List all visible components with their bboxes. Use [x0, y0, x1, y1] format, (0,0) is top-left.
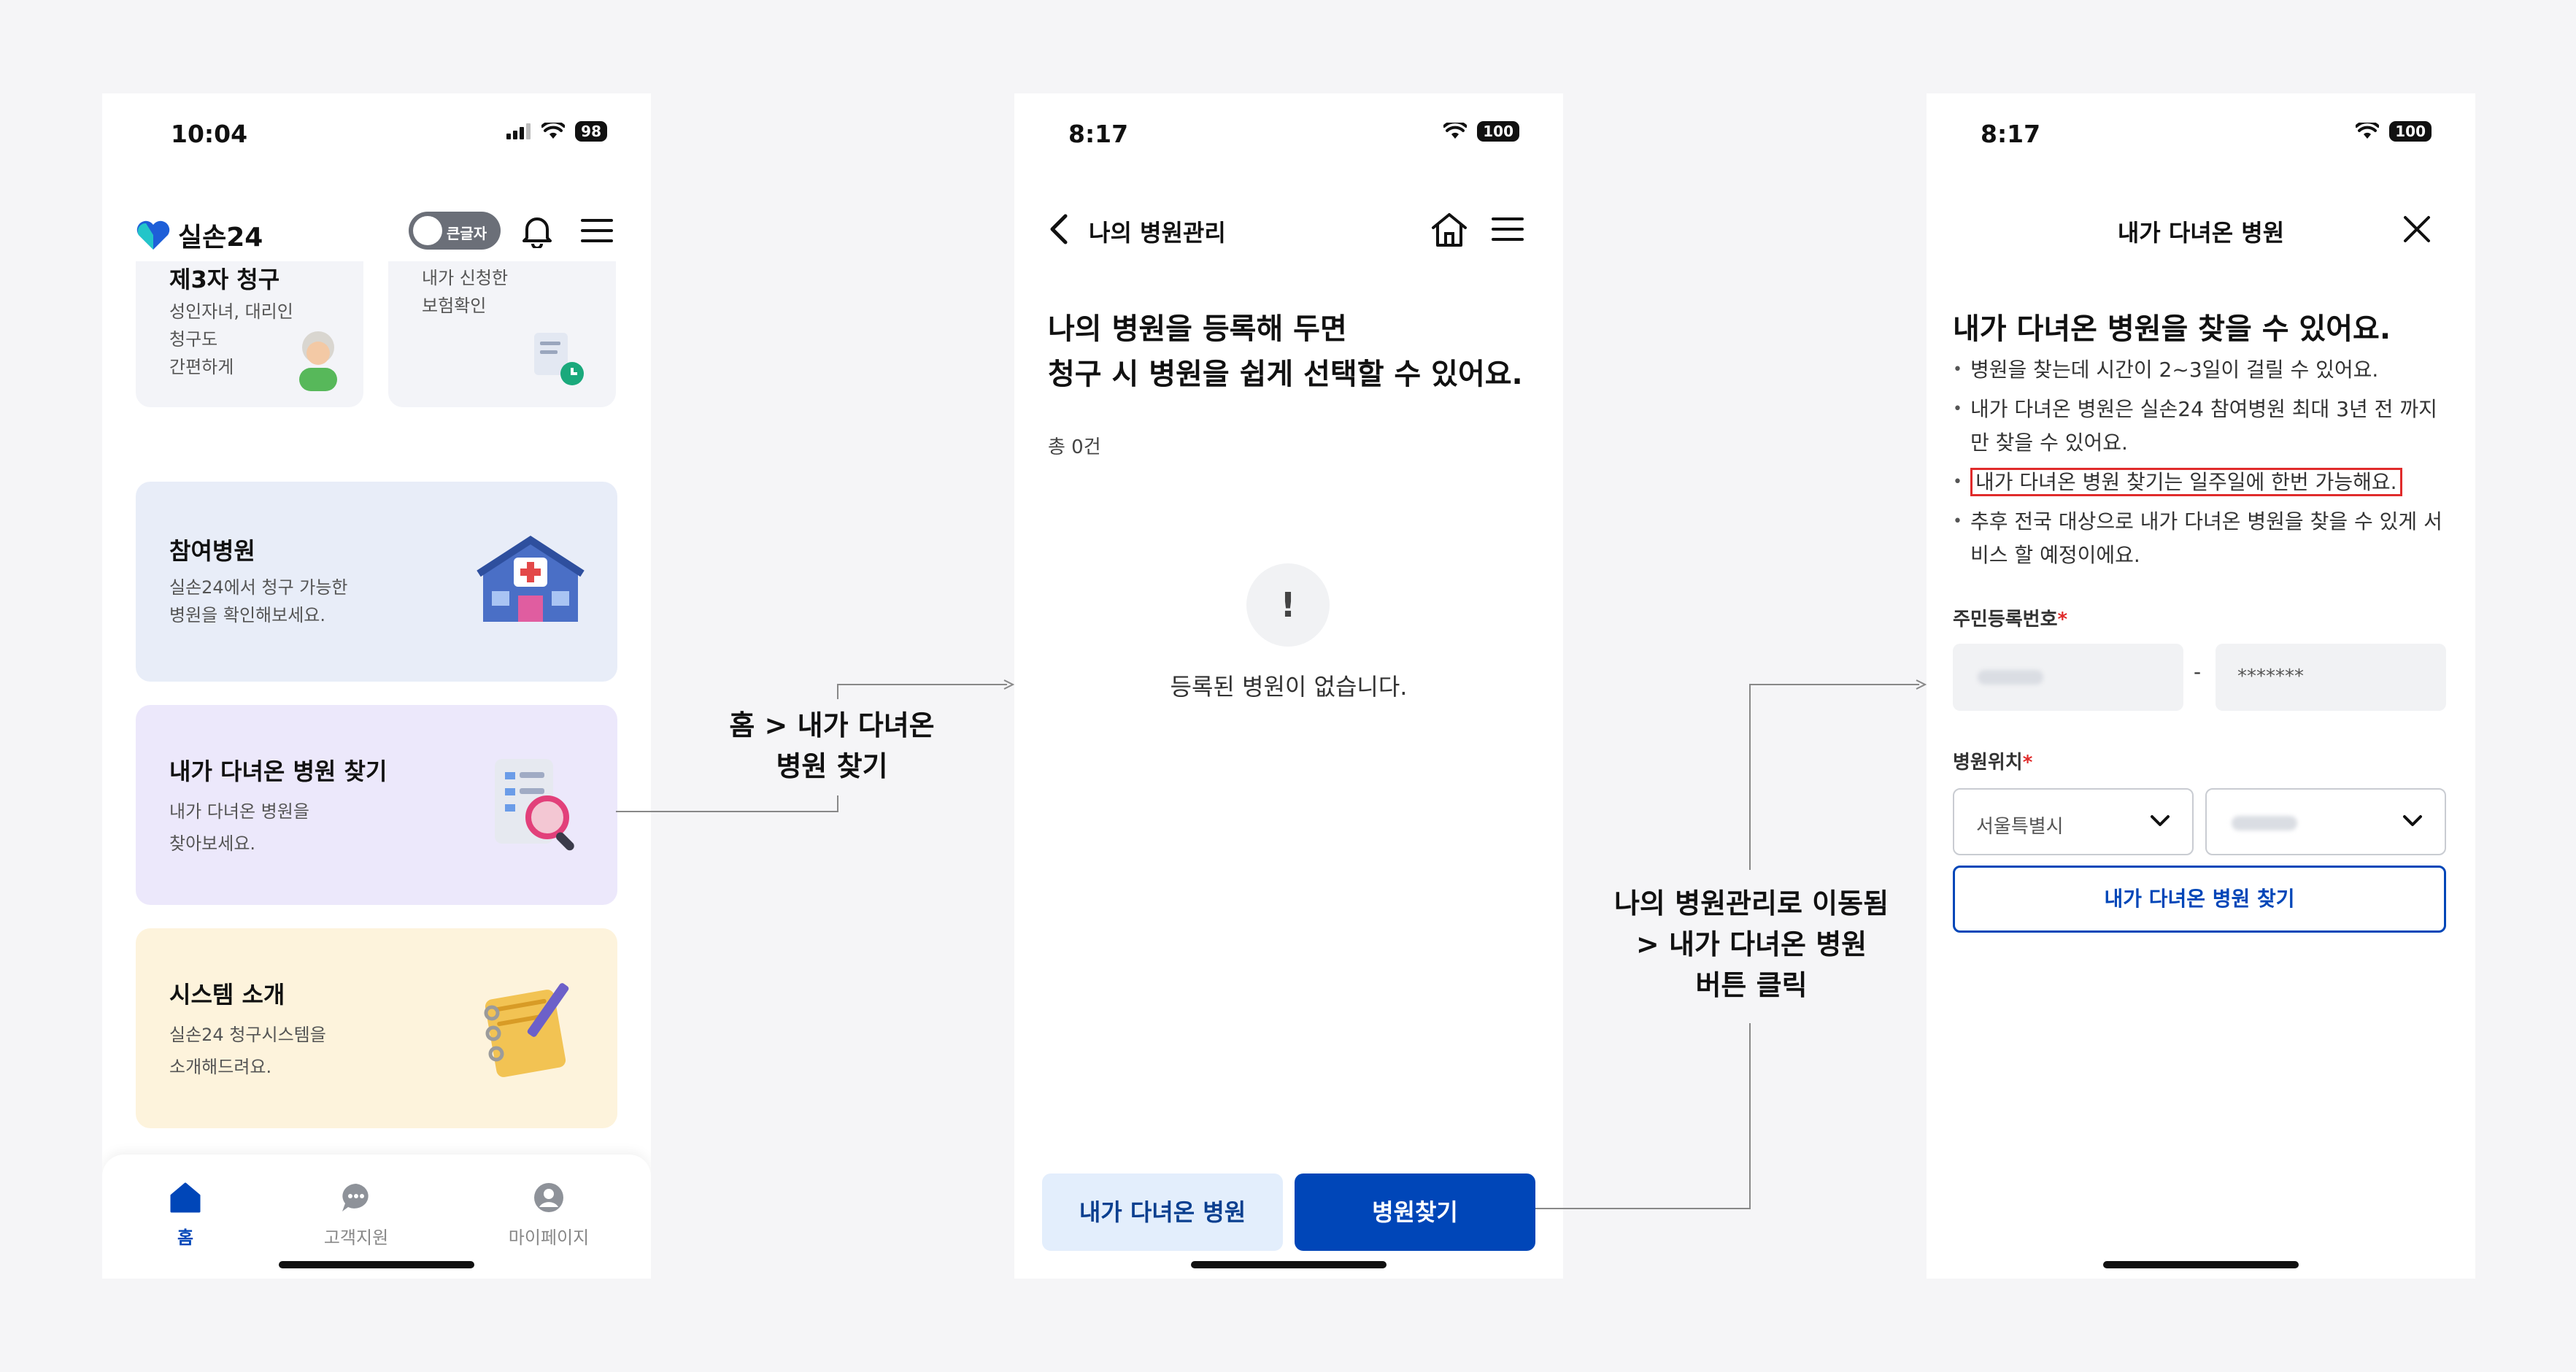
annotation-line: 버튼 클릭 [1695, 969, 1808, 1001]
annotation-line: > 내가 다녀온 병원 [1635, 928, 1867, 960]
logo-text: 실손24 [178, 223, 263, 253]
annotation-line: 나의 병원관리로 이동됨 [1613, 887, 1889, 920]
annotation-management-to-visited: 나의 병원관리로 이동됨 > 내가 다녀온 병원 버튼 클릭 [1591, 883, 1912, 1006]
annotation-line: 홈 > 내가 다녀온 [729, 709, 935, 741]
menu-icon[interactable] [578, 212, 616, 250]
toggle-knob [413, 216, 442, 245]
annotation-home-to-find: 홈 > 내가 다녀온 병원 찾기 [722, 705, 941, 787]
logo[interactable]: 실손24 [136, 216, 263, 254]
toggle-label: 큰글자 [447, 225, 487, 242]
large-text-toggle[interactable]: 큰글자 [409, 212, 501, 250]
heart-logo-icon [136, 220, 170, 250]
app-header: 실손24 큰글자 [102, 196, 651, 261]
bell-icon[interactable] [518, 212, 556, 250]
annotation-line: 병원 찾기 [776, 750, 888, 782]
